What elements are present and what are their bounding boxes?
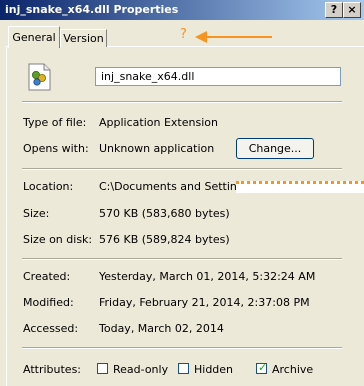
type-of-file-value: Application Extension — [99, 116, 218, 129]
created-label: Created: — [23, 270, 71, 283]
size-label: Size: — [23, 207, 50, 220]
tab-general[interactable]: General — [8, 26, 60, 48]
separator — [22, 168, 342, 170]
read-only-checkbox[interactable] — [97, 363, 108, 374]
archive-label[interactable]: Archive — [272, 363, 313, 376]
annotation-arrow-icon — [195, 31, 272, 43]
file-name-field[interactable]: inj_snake_x64.dll — [95, 67, 341, 86]
size-on-disk-value: 576 KB (589,824 bytes) — [99, 233, 230, 246]
window-title: inj_snake_x64.dll Properties — [5, 3, 179, 16]
dll-file-icon — [28, 63, 51, 91]
attributes-label: Attributes: — [23, 363, 82, 376]
accessed-label: Accessed: — [23, 322, 79, 335]
location-label: Location: — [23, 180, 74, 193]
title-bar[interactable]: inj_snake_x64.dll Properties ? × — [0, 0, 364, 20]
type-of-file-label: Type of file: — [23, 116, 87, 129]
annotation-question-mark: ? — [180, 27, 187, 42]
size-value: 570 KB (583,680 bytes) — [99, 207, 230, 220]
hidden-label[interactable]: Hidden — [194, 363, 233, 376]
read-only-label[interactable]: Read-only — [113, 363, 168, 376]
properties-dialog: inj_snake_x64.dll Properties ? × General… — [0, 0, 364, 386]
help-button[interactable]: ? — [325, 2, 343, 18]
created-value: Yesterday, March 01, 2014, 5:32:24 AM — [99, 270, 316, 283]
modified-label: Modified: — [23, 296, 74, 309]
checkmark-icon: ✓ — [258, 361, 268, 374]
tab-version[interactable]: Version — [60, 29, 107, 47]
modified-value: Friday, February 21, 2014, 2:37:08 PM — [99, 296, 310, 309]
close-button[interactable]: × — [343, 2, 361, 18]
accessed-value: Today, March 02, 2014 — [99, 322, 224, 335]
opens-with-value: Unknown application — [99, 142, 215, 155]
separator — [22, 347, 342, 349]
separator — [22, 101, 342, 103]
change-button[interactable]: Change... — [236, 138, 314, 159]
tab-version-label: Version — [63, 32, 104, 45]
archive-checkbox[interactable]: ✓ — [256, 361, 268, 374]
separator — [22, 258, 342, 260]
tab-general-label: General — [12, 31, 56, 44]
opens-with-label: Opens with: — [23, 142, 89, 155]
hidden-checkbox[interactable] — [178, 363, 189, 374]
redacted-path — [236, 181, 364, 193]
size-on-disk-label: Size on disk: — [23, 233, 93, 246]
location-value: C:\Documents and Settings\ — [99, 180, 254, 193]
